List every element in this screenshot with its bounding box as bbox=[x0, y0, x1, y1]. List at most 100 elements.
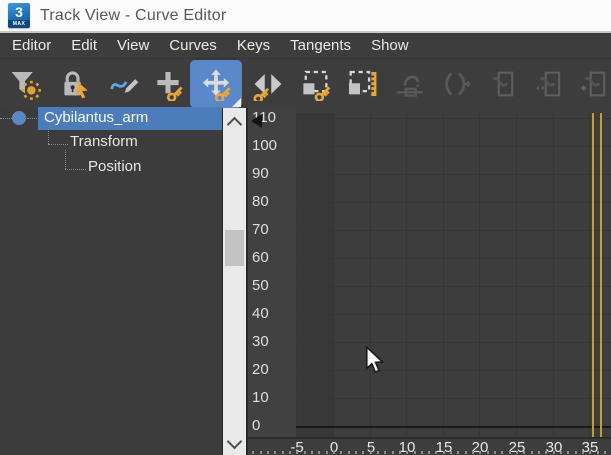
tree-connector bbox=[0, 118, 12, 119]
value-axis-marker-icon bbox=[251, 114, 262, 128]
toolbar-button-lock-selection[interactable] bbox=[53, 62, 97, 106]
time-cursor-line[interactable] bbox=[592, 113, 594, 437]
scrollbar-thumb[interactable] bbox=[225, 230, 244, 266]
app-icon-number: 3 bbox=[15, 4, 23, 20]
ruler-tick bbox=[318, 451, 320, 454]
flyout-corner-icon bbox=[232, 98, 241, 107]
value-axis-label: 90 bbox=[252, 165, 269, 182]
time-ruler[interactable]: -5 0 5 10 15 20 25 30 35 bbox=[248, 437, 611, 455]
time-cursor-line[interactable] bbox=[600, 113, 602, 437]
gridline-v bbox=[406, 113, 407, 437]
gridline-v bbox=[553, 113, 554, 437]
ruler-tick bbox=[531, 451, 533, 454]
tree-item-transform[interactable]: Transform bbox=[70, 133, 138, 150]
toolbar-button-add-keys[interactable] bbox=[146, 62, 190, 106]
gridline-v bbox=[443, 113, 444, 437]
zero-value-line bbox=[296, 426, 611, 428]
gridline-h bbox=[296, 342, 611, 343]
ruler-tick bbox=[487, 451, 489, 454]
menu-curves[interactable]: Curves bbox=[159, 33, 227, 58]
ruler-tick bbox=[567, 451, 569, 454]
ruler-tick bbox=[399, 451, 401, 454]
gridline-v bbox=[370, 113, 371, 437]
ruler-tick bbox=[604, 451, 606, 454]
ruler-tick bbox=[296, 451, 298, 454]
slide-keys-icon bbox=[253, 74, 282, 101]
ruler-tick bbox=[289, 451, 291, 454]
ruler-tick bbox=[516, 451, 518, 454]
scroll-down-icon[interactable] bbox=[226, 433, 243, 450]
tree-connector bbox=[65, 150, 66, 169]
gridline-v bbox=[479, 113, 480, 437]
ruler-tick bbox=[340, 451, 342, 454]
value-axis-label: 20 bbox=[252, 361, 269, 378]
gridline-h bbox=[296, 230, 611, 231]
track-view-window: 3 MAX Track View - Curve Editor Editor Ed… bbox=[0, 0, 611, 455]
ruler-tick bbox=[450, 451, 452, 454]
ruler-tick bbox=[267, 451, 269, 454]
out-of-range-2-icon bbox=[536, 71, 561, 97]
app-icon-label: MAX bbox=[8, 20, 30, 28]
ruler-tick bbox=[553, 451, 555, 454]
tree-scrollbar[interactable] bbox=[223, 108, 246, 455]
filter-icon bbox=[11, 71, 41, 100]
ruler-tick bbox=[545, 451, 547, 454]
menu-keys[interactable]: Keys bbox=[227, 33, 280, 58]
toolbar-button-scale-keys[interactable] bbox=[293, 62, 337, 106]
menu-bar: Editor Edit View Curves Keys Tangents Show bbox=[0, 33, 611, 58]
ruler-tick bbox=[523, 451, 525, 454]
ruler-tick bbox=[479, 451, 481, 454]
tree-item-position[interactable]: Position bbox=[88, 158, 141, 175]
gridline-h bbox=[296, 258, 611, 259]
gridline-h bbox=[296, 118, 611, 119]
scale-keys-icon bbox=[303, 70, 331, 101]
gridline-h bbox=[296, 370, 611, 371]
draw-curves-icon bbox=[110, 79, 139, 93]
ruler-tick bbox=[582, 451, 584, 454]
ruler-tick bbox=[348, 451, 350, 454]
ruler-tick bbox=[362, 451, 364, 454]
ruler-tick bbox=[311, 451, 313, 454]
window-title: Track View - Curve Editor bbox=[40, 6, 227, 24]
curve-graph[interactable]: 110 100 90 80 70 60 50 40 30 20 10 0 bbox=[248, 108, 611, 437]
ruler-tick bbox=[377, 451, 379, 454]
menu-tangents[interactable]: Tangents bbox=[280, 33, 361, 58]
menu-edit[interactable]: Edit bbox=[61, 33, 107, 58]
toolbar-button-out-of-range-3 bbox=[573, 62, 611, 106]
menu-show[interactable]: Show bbox=[361, 33, 419, 58]
ruler-tick bbox=[392, 451, 394, 454]
gridline-v bbox=[589, 113, 590, 437]
toolbar-button-draw-curves[interactable] bbox=[103, 62, 147, 106]
track-tree-panel[interactable]: Cybilantus_arm Transform Position bbox=[0, 107, 222, 455]
tree-connector bbox=[27, 118, 37, 119]
ruler-tick bbox=[252, 451, 254, 454]
ruler-tick bbox=[414, 451, 416, 454]
out-of-range-3-icon bbox=[580, 71, 606, 97]
gridline-h bbox=[296, 286, 611, 287]
toolbar-button-move-keys[interactable] bbox=[190, 60, 242, 108]
retime-icon bbox=[397, 75, 423, 97]
ruler-tick bbox=[538, 451, 540, 454]
value-axis-margin bbox=[248, 108, 296, 437]
scroll-up-icon[interactable] bbox=[226, 116, 243, 133]
value-axis-label: 80 bbox=[252, 193, 269, 210]
value-axis-label: 40 bbox=[252, 305, 269, 322]
value-axis-label: 100 bbox=[252, 137, 278, 154]
ruler-tick bbox=[575, 451, 577, 454]
tree-item-cybilantus_arm[interactable]: Cybilantus_arm bbox=[44, 109, 148, 126]
ruler-tick bbox=[333, 451, 335, 454]
pre-range-shading bbox=[296, 113, 333, 437]
ruler-tick bbox=[384, 451, 386, 454]
menu-editor[interactable]: Editor bbox=[2, 33, 61, 58]
menu-view[interactable]: View bbox=[107, 33, 159, 58]
track-bullet-icon[interactable] bbox=[12, 111, 26, 125]
ruler-tick bbox=[304, 451, 306, 454]
toolbar-button-scale-values[interactable] bbox=[340, 62, 384, 106]
value-axis-label: 70 bbox=[252, 221, 269, 238]
gridline-v bbox=[516, 113, 517, 437]
value-axis-label: 60 bbox=[252, 249, 269, 266]
ruler-tick bbox=[501, 451, 503, 454]
ruler-tick bbox=[428, 451, 430, 454]
toolbar-button-slide-keys[interactable] bbox=[246, 62, 290, 106]
toolbar-button-filter[interactable] bbox=[3, 62, 47, 106]
